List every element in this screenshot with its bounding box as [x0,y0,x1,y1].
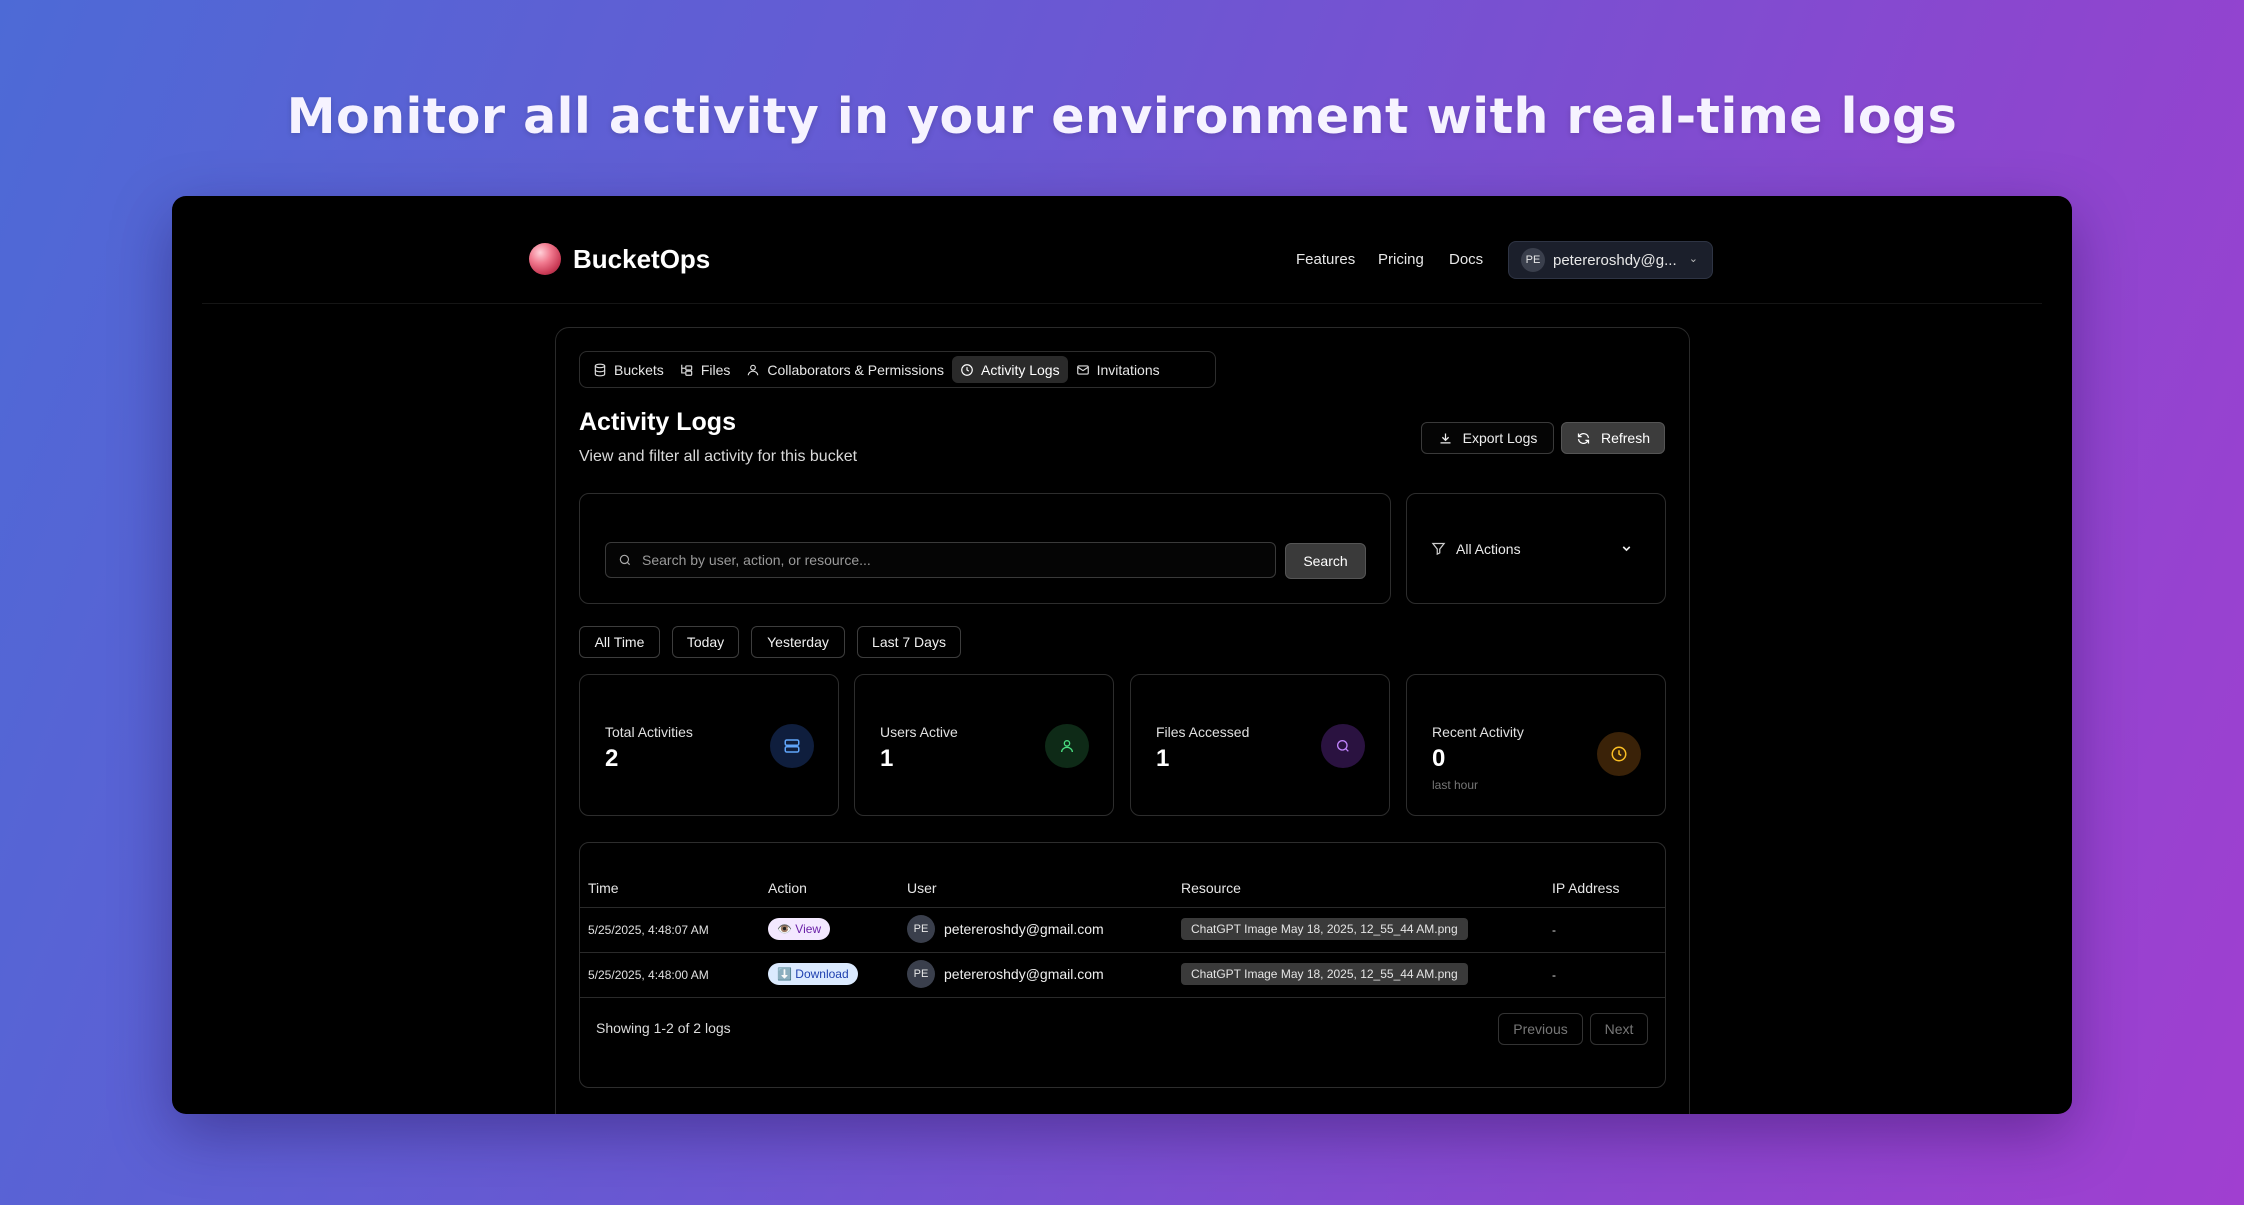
tab-files[interactable]: Files [672,356,739,383]
cell-user: PE petereroshdy@gmail.com [907,915,1104,943]
tab-label: Collaborators & Permissions [767,361,944,378]
user-menu-button[interactable]: PE petereroshdy@g... ⌄ [1508,241,1713,279]
stat-value: 0 [1432,745,1446,772]
page-subtitle: View and filter all activity for this bu… [579,448,858,465]
export-label: Export Logs [1462,430,1538,446]
tab-label: Activity Logs [981,361,1060,378]
cell-user: PE petereroshdy@gmail.com [907,960,1104,988]
row-divider [580,952,1665,953]
stat-label: Files Accessed [1156,724,1250,740]
user-email: petereroshdy@gmail.com [944,921,1104,937]
row-divider [580,907,1665,908]
clock-icon [1597,732,1641,776]
tab-collaborators[interactable]: Collaborators & Permissions [738,356,952,383]
stat-label: Recent Activity [1432,724,1524,740]
app-window: BucketOps Features Pricing Docs PE peter… [172,196,2072,1114]
user-icon [748,364,759,375]
stat-users-active: Users Active 1 [854,674,1114,816]
clock-icon [961,363,973,376]
resource-badge: ChatGPT Image May 18, 2025, 12_55_44 AM.… [1181,963,1468,985]
previous-page-button[interactable]: Previous [1498,1013,1583,1045]
date-filter-last-7-days[interactable]: Last 7 Days [857,626,961,658]
tab-buckets[interactable]: Buckets [585,356,672,383]
column-header-time: Time [588,880,619,896]
next-page-button[interactable]: Next [1590,1013,1648,1045]
database-icon [594,363,606,376]
action-badge-download: ⬇️ Download [768,963,858,985]
refresh-label: Refresh [1600,430,1651,446]
search-button[interactable]: Search [1285,543,1366,579]
pagination-summary: Showing 1-2 of 2 logs [596,1020,731,1036]
avatar: PE [1521,248,1545,272]
row-divider [580,997,1665,998]
refresh-icon [1577,432,1590,444]
avatar: PE [907,915,935,943]
search-card: Search by user, action, or resource... S… [579,493,1391,604]
folder-tree-icon [680,364,693,376]
stat-value: 1 [880,745,894,772]
brand-logo [529,243,561,275]
column-header-ip: IP Address [1552,880,1620,896]
export-logs-button[interactable]: Export Logs [1421,422,1554,454]
cell-time: 5/25/2025, 4:48:07 AM [588,923,709,937]
resource-badge: ChatGPT Image May 18, 2025, 12_55_44 AM.… [1181,918,1468,940]
tab-activity-logs[interactable]: Activity Logs [952,356,1068,383]
stat-sub: last hour [1432,778,1479,792]
date-filter-today[interactable]: Today [672,626,739,658]
stat-label: Users Active [880,724,958,740]
nav-docs[interactable]: Docs [1449,250,1483,270]
page-title: Activity Logs [579,408,736,436]
activity-panel: Buckets Files Collaborators & Permission… [555,327,1690,1114]
chevron-down-icon: ⌄ [1688,253,1698,265]
chevron-down-icon [1622,546,1631,552]
column-header-action: Action [768,880,807,896]
activity-table: Time Action User Resource IP Address 5/2… [579,842,1666,1088]
brand-name[interactable]: BucketOps [573,243,710,275]
stat-files-accessed: Files Accessed 1 [1130,674,1390,816]
cell-ip: - [1552,968,1556,982]
avatar: PE [907,960,935,988]
search-icon [619,554,631,566]
tab-invitations[interactable]: Invitations [1068,356,1168,383]
nav-pricing[interactable]: Pricing [1378,250,1424,270]
tab-label: Invitations [1096,361,1160,378]
server-icon [770,724,814,768]
tab-bar: Buckets Files Collaborators & Permission… [579,351,1216,388]
stat-label: Total Activities [605,724,693,740]
date-filter-yesterday[interactable]: Yesterday [751,626,845,658]
stat-total-activities: Total Activities 2 [579,674,839,816]
filter-icon [1431,542,1446,556]
cell-ip: - [1552,923,1556,937]
marketing-headline: Monitor all activity in your environment… [286,88,1958,145]
search-placeholder: Search by user, action, or resource... [642,552,871,568]
nav-divider [202,303,2042,304]
cell-time: 5/25/2025, 4:48:00 AM [588,968,709,982]
date-filter-all-time[interactable]: All Time [579,626,660,658]
action-filter-select[interactable]: All Actions [1406,493,1666,604]
search-input[interactable]: Search by user, action, or resource... [605,542,1276,578]
action-badge-view: 👁️ View [768,918,831,940]
tab-label: Files [700,361,731,378]
user-email: petereroshdy@gmail.com [944,966,1104,982]
refresh-button[interactable]: Refresh [1561,422,1665,454]
tab-label: Buckets [614,361,664,378]
action-filter-value: All Actions [1456,540,1521,557]
nav-features[interactable]: Features [1296,250,1355,270]
column-header-resource: Resource [1181,880,1241,896]
user-icon [1045,724,1089,768]
stat-recent-activity: Recent Activity 0 last hour [1406,674,1666,816]
column-header-user: User [907,880,937,896]
user-email: petereroshdy@g... [1553,251,1677,269]
stat-value: 1 [1156,745,1170,772]
mail-icon [1076,364,1089,375]
stat-value: 2 [605,745,619,772]
search-icon [1321,724,1365,768]
download-icon [1440,433,1451,443]
